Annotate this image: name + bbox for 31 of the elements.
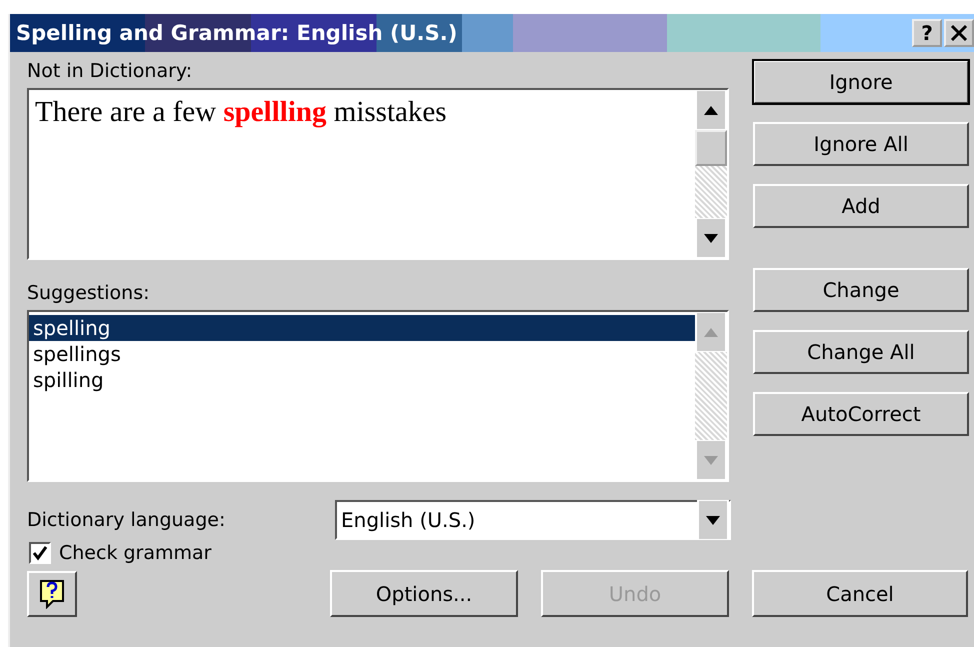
speech-bubble-question-icon xyxy=(39,578,65,608)
scroll-thumb[interactable] xyxy=(695,130,727,166)
help-icon-button[interactable] xyxy=(27,570,77,616)
options-button[interactable]: Options... xyxy=(330,570,518,617)
scrollbar[interactable] xyxy=(695,90,727,258)
check-grammar-label: Check grammar xyxy=(59,542,212,564)
sentence-box[interactable]: There are a few spellling misstakes xyxy=(27,88,729,260)
change-button[interactable]: Change xyxy=(753,268,969,312)
suggestions-label: Suggestions: xyxy=(27,282,151,306)
change-all-button[interactable]: Change All xyxy=(753,330,969,374)
dictionary-language-label: Dictionary language: xyxy=(27,509,226,531)
sentence-text: There are a few spellling misstakes xyxy=(34,95,448,130)
window-title: Spelling and Grammar: English (U.S.) xyxy=(16,21,458,45)
ignore-all-button[interactable]: Ignore All xyxy=(753,122,969,166)
suggestion-item[interactable]: spelling xyxy=(29,315,695,341)
not-in-dictionary-label: Not in Dictionary: xyxy=(27,60,194,84)
add-button[interactable]: Add xyxy=(753,184,969,228)
cancel-button[interactable]: Cancel xyxy=(752,570,968,617)
scroll-down-arrow-icon[interactable] xyxy=(697,500,729,540)
close-icon xyxy=(950,24,968,42)
close-button[interactable] xyxy=(944,19,974,47)
scroll-down-arrow-icon[interactable] xyxy=(695,218,727,258)
dictionary-language-dropdown[interactable]: English (U.S.) xyxy=(335,500,731,540)
scroll-up-arrow-icon[interactable] xyxy=(695,90,727,130)
suggestion-item[interactable]: spilling xyxy=(29,367,695,393)
suggestion-item[interactable]: spellings xyxy=(29,341,695,367)
suggestions-list[interactable]: spelling spellings spilling xyxy=(27,310,729,482)
ignore-button[interactable]: Ignore xyxy=(753,60,969,104)
help-button[interactable]: ? xyxy=(912,19,942,47)
autocorrect-button[interactable]: AutoCorrect xyxy=(753,392,969,436)
check-grammar-checkbox[interactable] xyxy=(29,542,51,564)
